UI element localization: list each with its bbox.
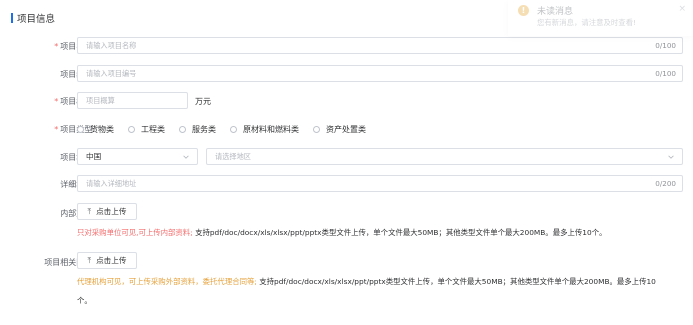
- detail-address-input[interactable]: 请输入详细地址 0/200: [77, 175, 683, 192]
- notification-title: 未读消息: [537, 7, 574, 17]
- country-select[interactable]: 中国: [77, 148, 198, 165]
- project-budget-input[interactable]: 项目概算: [77, 92, 188, 109]
- upload-icon: ⤒: [87, 206, 92, 216]
- attachments-hint-line1: 代理机构可见，可上传采购外部资料，委托代理合同等; 支持pdf/doc/docx…: [77, 277, 656, 286]
- close-icon[interactable]: ×: [678, 4, 686, 14]
- section-title-bar: [11, 13, 13, 23]
- radio-engineering[interactable]: 工程类: [128, 124, 165, 135]
- chevron-down-icon: [183, 155, 189, 159]
- project-code-input[interactable]: 请输入项目编号 0/100: [77, 65, 683, 82]
- radio-circle[interactable]: [230, 126, 237, 133]
- internal-upload-button[interactable]: ⤒ 点击上传: [77, 203, 137, 220]
- radio-circle[interactable]: [179, 126, 186, 133]
- radio-circle[interactable]: [128, 126, 135, 133]
- radio-service[interactable]: 服务类: [179, 124, 216, 135]
- project-type-radio-group: 货物类 工程类 服务类 原材料和燃料类 资产处置类: [77, 124, 380, 135]
- attachments-upload-button[interactable]: ⤒ 点击上传: [77, 252, 137, 269]
- detail-address-counter: 0/200: [655, 179, 676, 188]
- warning-icon: !: [518, 5, 529, 16]
- radio-goods[interactable]: 货物类: [77, 124, 114, 135]
- budget-unit: 万元: [195, 97, 211, 106]
- radio-circle[interactable]: [77, 126, 84, 133]
- section-title: 项目信息: [11, 12, 56, 25]
- region-select[interactable]: 请选择地区: [206, 148, 683, 165]
- radio-circle[interactable]: [313, 126, 320, 133]
- project-name-counter: 0/100: [655, 41, 676, 50]
- project-name-input[interactable]: 请输入项目名称 0/100: [77, 37, 683, 54]
- radio-materials[interactable]: 原材料和燃料类: [230, 124, 299, 135]
- notification-toast: ! 未读消息 您有新消息，请注意及时查看! ×: [508, 0, 693, 36]
- internal-files-hint: 只对采购单位可见,可上传内部资料; 支持pdf/doc/docx/xls/xls…: [77, 228, 607, 237]
- attachments-hint-line2: 个。: [77, 296, 92, 305]
- radio-asset-disposal[interactable]: 资产处置类: [313, 124, 366, 135]
- upload-icon: ⤒: [87, 255, 92, 265]
- project-code-counter: 0/100: [655, 69, 676, 78]
- notification-message: 您有新消息，请注意及时查看!: [537, 18, 637, 27]
- section-title-text: 项目信息: [17, 14, 56, 25]
- chevron-down-icon: [668, 155, 674, 159]
